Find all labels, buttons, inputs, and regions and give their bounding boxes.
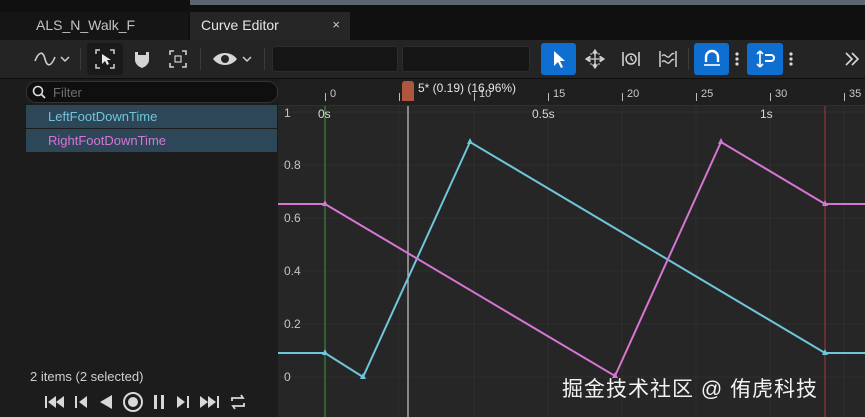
ruler-tick-label: 20 xyxy=(627,88,640,100)
watermark: 掘金技术社区 @ 侑虎科技 xyxy=(562,378,818,401)
select-tool-icon xyxy=(95,49,115,69)
window-top-strip xyxy=(0,0,865,8)
toolbar-separator xyxy=(80,48,81,70)
y-axis-label: 0.8 xyxy=(284,158,301,172)
snap-time-options[interactable] xyxy=(730,43,744,75)
more-icon xyxy=(789,52,793,66)
ruler-tick: 35 xyxy=(844,88,861,101)
time-label: 0.5s xyxy=(532,107,555,121)
frame-button[interactable] xyxy=(162,43,194,75)
y-axis-label: 0.4 xyxy=(284,264,301,278)
loop-icon[interactable] xyxy=(228,393,248,411)
left-foot-curve[interactable] xyxy=(278,140,865,379)
ruler-tick: 30 xyxy=(770,88,787,101)
y-axis-label: 0.2 xyxy=(284,317,301,331)
play-reverse-icon[interactable] xyxy=(98,394,114,410)
toolbar-separator xyxy=(200,48,201,70)
ruler-tick-label: 15 xyxy=(553,88,566,100)
record-icon[interactable] xyxy=(122,391,144,413)
ruler-tick: 20 xyxy=(622,88,639,101)
curve-item-label: RightFootDownTime xyxy=(48,133,167,148)
value-field[interactable] xyxy=(402,46,530,72)
multi-select-icon xyxy=(659,51,677,67)
step-forward-icon[interactable] xyxy=(174,394,190,410)
y-axis-label: 1 xyxy=(284,106,291,120)
view-options-button[interactable] xyxy=(208,43,258,75)
jump-to-start-icon[interactable] xyxy=(44,394,66,410)
curve-item-label: LeftFootDownTime xyxy=(48,109,158,124)
ruler-tick-label: 35 xyxy=(849,88,862,100)
time-label: 0s xyxy=(318,107,331,121)
pause-icon[interactable] xyxy=(152,394,166,410)
tab-curve-editor[interactable]: Curve Editor × xyxy=(190,12,350,40)
playhead-handle[interactable] xyxy=(402,81,414,101)
ruler-tick: 0 xyxy=(325,88,336,101)
ruler-tick-label: 0 xyxy=(330,88,337,100)
pointer-tool-button[interactable] xyxy=(541,43,576,75)
y-axis-label: 0.6 xyxy=(284,211,301,225)
tab-bar: ALS_N_Walk_F Curve Editor × xyxy=(0,8,865,40)
ruler-tick-label: 30 xyxy=(775,88,788,100)
frame-ruler[interactable]: 0 10 15 20 25 30 35 5* (0.19) (16.96%) xyxy=(278,79,865,106)
ruler-tick-label: 25 xyxy=(701,88,714,100)
shield-mask-icon xyxy=(135,52,149,68)
keyframe[interactable] xyxy=(467,138,473,144)
y-axis-label: 0 xyxy=(284,370,291,384)
time-value-field[interactable] xyxy=(272,46,398,72)
keyframe[interactable] xyxy=(718,138,724,144)
curve-type-icon xyxy=(34,52,70,66)
tab-label: Curve Editor xyxy=(201,17,279,33)
ruler-tick xyxy=(399,93,400,101)
more-icon xyxy=(735,52,739,66)
time-label: 1s xyxy=(760,107,773,121)
ruler-tick: 15 xyxy=(548,88,565,101)
tab-label: ALS_N_Walk_F xyxy=(36,17,136,33)
eye-icon xyxy=(213,53,252,65)
frame-brackets-icon xyxy=(169,50,187,68)
tab-als-n-walk-f[interactable]: ALS_N_Walk_F xyxy=(0,12,188,40)
playhead-label: 5* (0.19) (16.96%) xyxy=(418,81,517,95)
search-icon xyxy=(32,85,46,99)
transform-tool-button[interactable] xyxy=(579,43,611,75)
selection-count: 2 items (2 selected) xyxy=(30,369,144,384)
snap-magnet-icon xyxy=(703,49,720,66)
jump-to-end-icon[interactable] xyxy=(198,394,220,410)
playback-controls xyxy=(44,391,248,413)
snap-value-options[interactable] xyxy=(784,43,798,75)
curve-editor-toolbar xyxy=(0,40,865,79)
mask-button[interactable] xyxy=(126,43,158,75)
filter-placeholder: Filter xyxy=(53,85,82,100)
curve-type-button[interactable] xyxy=(28,43,74,75)
double-chevron-right-icon xyxy=(845,52,860,66)
retime-icon xyxy=(622,52,640,66)
window-top-highlight xyxy=(190,0,865,5)
close-tab-icon[interactable]: × xyxy=(332,12,340,38)
toolbar-overflow-button[interactable] xyxy=(840,43,864,75)
pointer-icon xyxy=(553,51,565,68)
step-back-icon[interactable] xyxy=(74,394,90,410)
graph-canvas xyxy=(278,105,865,417)
multi-select-tool-button[interactable] xyxy=(652,43,684,75)
curve-item-leftfootdowntime[interactable]: LeftFootDownTime xyxy=(26,105,277,128)
transform-icon xyxy=(584,48,606,70)
toolbar-separator xyxy=(264,48,265,70)
snap-value-button[interactable] xyxy=(747,43,783,75)
curve-graph[interactable]: 0 10 15 20 25 30 35 5* (0.19) (16.96%) 0… xyxy=(278,79,865,417)
retime-tool-button[interactable] xyxy=(615,43,647,75)
select-tool-button[interactable] xyxy=(87,43,123,75)
curve-item-rightfootdowntime[interactable]: RightFootDownTime xyxy=(26,129,277,152)
filter-input[interactable]: Filter xyxy=(26,81,278,103)
curve-tree-panel: Filter LeftFootDownTime RightFootDownTim… xyxy=(0,79,278,417)
snap-axis-icon xyxy=(756,50,775,68)
snap-time-button[interactable] xyxy=(694,43,729,75)
right-foot-curve[interactable] xyxy=(278,140,865,378)
toolbar-separator xyxy=(688,48,689,70)
ruler-tick: 25 xyxy=(696,88,713,101)
